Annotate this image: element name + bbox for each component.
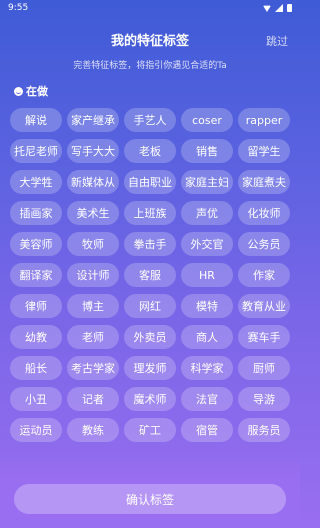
tag-chip[interactable]: rapper [238, 108, 290, 132]
smile-icon [14, 86, 23, 96]
tag-row: 大学牲 新媒体从 自由职业 家庭主妇 家庭煮夫 [10, 170, 290, 194]
tag-chip[interactable]: 考古学家 [67, 356, 119, 380]
tag-chip[interactable]: 留学生 [238, 139, 290, 163]
tag-chip[interactable]: 公务员 [238, 232, 290, 256]
status-bar: 9:55 [0, 0, 300, 16]
tag-row: 小丑 记者 魔术师 法官 导游 [10, 387, 290, 411]
tag-row: 翻译家 设计师 客服 HR 作家 [10, 263, 290, 287]
tag-chip[interactable]: 美术生 [67, 201, 119, 225]
tag-chip[interactable]: 家产继承 [67, 108, 119, 132]
header: 我的特征标签 跳过 [0, 32, 300, 52]
tag-chip[interactable]: 理发师 [124, 356, 176, 380]
tag-chip[interactable]: 模特 [181, 294, 233, 318]
tag-chip[interactable]: 翻译家 [10, 263, 62, 287]
tag-chip[interactable]: 手艺人 [124, 108, 176, 132]
tag-chip[interactable]: 运动员 [10, 418, 62, 442]
tag-chip[interactable]: coser [181, 108, 233, 132]
tag-chip[interactable]: 美容师 [10, 232, 62, 256]
tag-chip[interactable]: 幼教 [10, 325, 62, 349]
tag-chip[interactable]: 外交官 [181, 232, 233, 256]
tag-chip[interactable]: 法官 [181, 387, 233, 411]
confirm-tags-button[interactable]: 确认标签 [14, 484, 286, 514]
tag-chip[interactable]: 魔术师 [124, 387, 176, 411]
tag-chip[interactable]: 教练 [67, 418, 119, 442]
tag-row: 美容师 牧师 拳击手 外交官 公务员 [10, 232, 290, 256]
tag-chip[interactable]: 作家 [238, 263, 290, 287]
tag-chip[interactable]: 拳击手 [124, 232, 176, 256]
tag-chip[interactable]: 解说 [10, 108, 62, 132]
tag-chip[interactable]: 客服 [124, 263, 176, 287]
tag-chip[interactable]: 外卖员 [124, 325, 176, 349]
tag-chip[interactable]: 宿管 [181, 418, 233, 442]
signal-icon [275, 4, 283, 12]
section-label-text: 在做 [26, 85, 48, 98]
tag-row: 船长 考古学家 理发师 科学家 厨师 [10, 356, 290, 380]
skip-button[interactable]: 跳过 [266, 34, 288, 50]
tag-chip[interactable]: 托尼老师 [10, 139, 62, 163]
page-subtitle: 完善特征标签，将指引你遇见合适的Ta [73, 61, 227, 71]
tag-chip[interactable]: 老板 [124, 139, 176, 163]
tag-chip[interactable]: 矿工 [124, 418, 176, 442]
tag-row: 幼教 老师 外卖员 商人 赛车手 [10, 325, 290, 349]
tag-chip[interactable]: 网红 [124, 294, 176, 318]
tag-chip[interactable]: 商人 [181, 325, 233, 349]
section-label: 在做 [14, 83, 48, 99]
tag-chip[interactable]: 声优 [181, 201, 233, 225]
tag-row: 律师 博主 网红 模特 教育从业 [10, 294, 290, 318]
tag-chip[interactable]: 老师 [67, 325, 119, 349]
tag-chip[interactable]: 教育从业 [238, 294, 290, 318]
status-icons [263, 4, 292, 12]
wifi-icon [263, 5, 271, 12]
tag-chip[interactable]: 科学家 [181, 356, 233, 380]
tag-chip[interactable]: 厨师 [238, 356, 290, 380]
tag-chip[interactable]: 导游 [238, 387, 290, 411]
tag-chip[interactable]: 家庭主妇 [181, 170, 233, 194]
page-title: 我的特征标签 [110, 34, 189, 49]
tag-chip[interactable]: 大学牲 [10, 170, 62, 194]
tag-row: 运动员 教练 矿工 宿管 服务员 [10, 418, 290, 442]
tag-chip[interactable]: 化妆师 [238, 201, 290, 225]
tag-chip[interactable]: 销售 [181, 139, 233, 163]
tag-chip[interactable]: 设计师 [67, 263, 119, 287]
tag-chip[interactable]: 记者 [67, 387, 119, 411]
tag-chip[interactable]: 牧师 [67, 232, 119, 256]
tag-chip[interactable]: 家庭煮夫 [238, 170, 290, 194]
tag-chip[interactable]: 自由职业 [124, 170, 176, 194]
tag-chip[interactable]: 律师 [10, 294, 62, 318]
tag-chip[interactable]: 船长 [10, 356, 62, 380]
tag-chip[interactable]: HR [181, 263, 233, 287]
tag-chip[interactable]: 博主 [67, 294, 119, 318]
tag-chip[interactable]: 赛车手 [238, 325, 290, 349]
tag-chip[interactable]: 新媒体从 [67, 170, 119, 194]
tag-row: 插画家 美术生 上班族 声优 化妆师 [10, 201, 290, 225]
status-time: 9:55 [8, 3, 29, 13]
tag-chip[interactable]: 上班族 [124, 201, 176, 225]
battery-icon [287, 4, 292, 12]
tag-row: 解说 家产继承 手艺人 coser rapper [10, 108, 290, 132]
tag-list: 解说 家产继承 手艺人 coser rapper 托尼老师 写手大大 老板 销售 留学生 大学牲 新媒… [0, 108, 300, 468]
tag-chip[interactable]: 小丑 [10, 387, 62, 411]
tag-chip[interactable]: 服务员 [238, 418, 290, 442]
tag-row: 托尼老师 写手大大 老板 销售 留学生 [10, 139, 290, 163]
tag-chip[interactable]: 写手大大 [67, 139, 119, 163]
tag-chip[interactable]: 插画家 [10, 201, 62, 225]
